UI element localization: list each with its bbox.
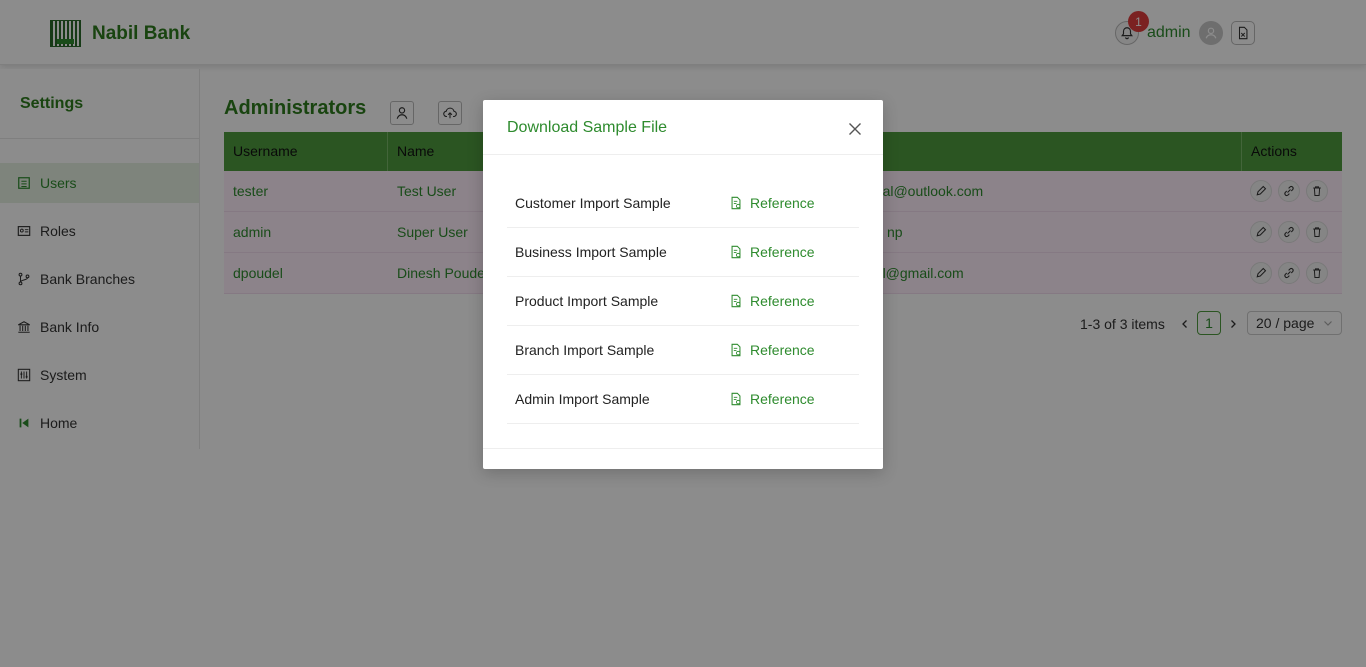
reference-link[interactable]: Reference bbox=[728, 193, 815, 213]
sample-name: Admin Import Sample bbox=[515, 391, 650, 407]
file-check-icon bbox=[728, 342, 744, 358]
reference-link[interactable]: Reference bbox=[728, 242, 815, 262]
sample-row-admin: Admin Import Sample Reference bbox=[507, 375, 859, 424]
sample-row-customer: Customer Import Sample Reference bbox=[507, 179, 859, 228]
modal-footer-divider bbox=[483, 448, 883, 449]
close-button[interactable] bbox=[845, 119, 865, 139]
sample-row-branch: Branch Import Sample Reference bbox=[507, 326, 859, 375]
sample-name: Product Import Sample bbox=[515, 293, 659, 309]
reference-link[interactable]: Reference bbox=[728, 389, 815, 409]
file-check-icon bbox=[728, 293, 744, 309]
sample-name: Business Import Sample bbox=[515, 244, 667, 260]
sample-name: Branch Import Sample bbox=[515, 342, 655, 358]
download-sample-modal: Download Sample File Customer Import Sam… bbox=[483, 100, 883, 469]
reference-link[interactable]: Reference bbox=[728, 340, 815, 360]
sample-row-product: Product Import Sample Reference bbox=[507, 277, 859, 326]
reference-label: Reference bbox=[750, 195, 815, 211]
file-check-icon bbox=[728, 244, 744, 260]
modal-title: Download Sample File bbox=[507, 119, 668, 136]
reference-label: Reference bbox=[750, 293, 815, 309]
sample-name: Customer Import Sample bbox=[515, 195, 671, 211]
reference-link[interactable]: Reference bbox=[728, 291, 815, 311]
modal-header-divider bbox=[483, 154, 883, 155]
reference-label: Reference bbox=[750, 391, 815, 407]
sample-row-business: Business Import Sample Reference bbox=[507, 228, 859, 277]
close-icon bbox=[849, 123, 861, 135]
reference-label: Reference bbox=[750, 342, 815, 358]
file-check-icon bbox=[728, 195, 744, 211]
reference-label: Reference bbox=[750, 244, 815, 260]
file-check-icon bbox=[728, 391, 744, 407]
